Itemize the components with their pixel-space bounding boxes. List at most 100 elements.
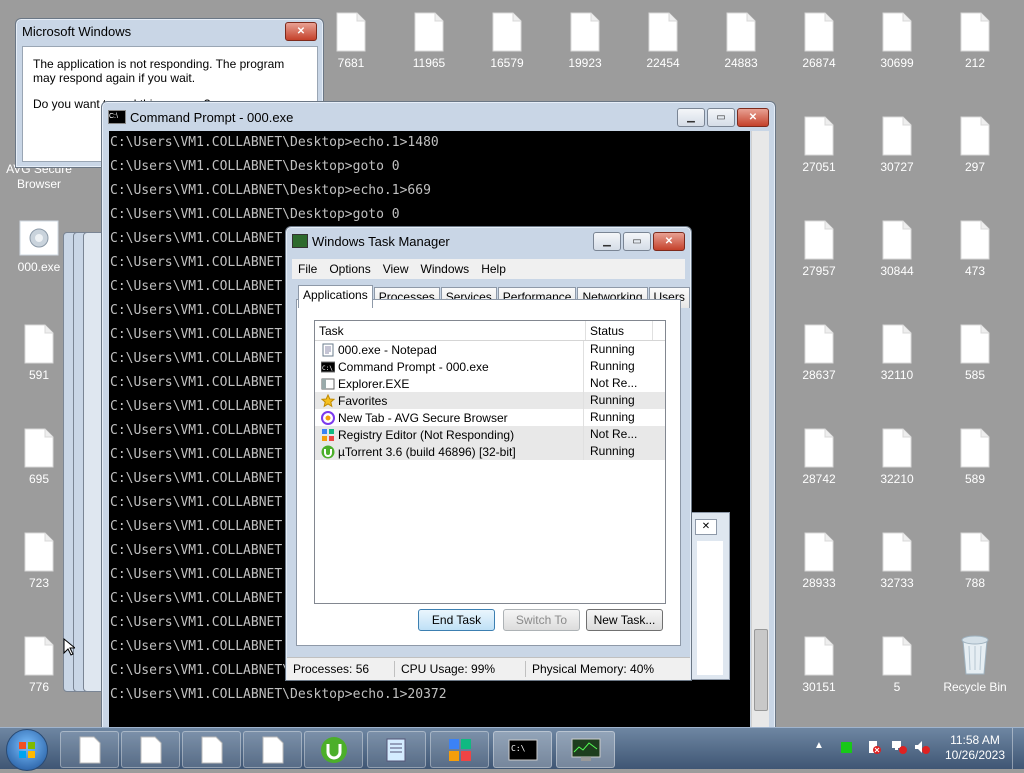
task-row[interactable]: µTorrent 3.6 (build 46896) [32-bit] Runn…: [315, 443, 665, 460]
task-status: Not Re...: [583, 375, 648, 392]
menu-help[interactable]: Help: [475, 262, 512, 276]
desktop-file-icon[interactable]: 589: [940, 428, 1010, 487]
tab-applications[interactable]: Applications: [298, 285, 373, 308]
switch-to-button[interactable]: Switch To: [503, 609, 580, 631]
menu-file[interactable]: File: [292, 262, 323, 276]
desktop-file-icon[interactable]: 585: [940, 324, 1010, 383]
desktop-file-icon[interactable]: 32110: [862, 324, 932, 383]
maximize-button[interactable]: ▭: [707, 107, 735, 127]
network-icon[interactable]: [891, 740, 907, 754]
dialog-titlebar[interactable]: Microsoft Windows ✕: [16, 19, 323, 43]
desktop-file-icon[interactable]: 27957: [784, 220, 854, 279]
desktop-file-icon[interactable]: 5: [862, 636, 932, 695]
taskbar-taskmgr[interactable]: [556, 731, 615, 768]
close-button[interactable]: ✕: [653, 231, 685, 251]
regedit-icon: [321, 428, 335, 442]
desktop-file-icon[interactable]: 24883: [706, 12, 776, 71]
task-manager-icon: [571, 738, 600, 761]
desktop-file-icon[interactable]: 30699: [862, 12, 932, 71]
close-button[interactable]: ✕: [737, 107, 769, 127]
console-line: C:\Users\VM1.COLLABNET\Desktop>echo.1>14…: [110, 135, 439, 150]
minimize-button[interactable]: ▁: [593, 231, 621, 251]
desktop-file-icon[interactable]: 473: [940, 220, 1010, 279]
star-icon: [320, 393, 336, 408]
task-name: µTorrent 3.6 (build 46896) [32-bit]: [338, 444, 516, 459]
task-row[interactable]: New Tab - AVG Secure Browser Running: [315, 409, 665, 426]
cmd-title: Command Prompt - 000.exe: [130, 109, 294, 125]
console-scrollbar[interactable]: [751, 131, 769, 727]
desktop-file-icon[interactable]: 27051: [784, 116, 854, 175]
desktop-file-icon[interactable]: 32210: [862, 428, 932, 487]
desktop-file-icon[interactable]: 19923: [550, 12, 620, 71]
desktop-file-icon[interactable]: 28637: [784, 324, 854, 383]
end-task-button[interactable]: End Task: [418, 609, 495, 631]
cmd-icon: C:\: [508, 739, 537, 760]
taskbar-notepad-3[interactable]: [182, 731, 241, 768]
task-row[interactable]: Registry Editor (Not Responding) Not Re.…: [315, 426, 665, 443]
taskbar-notepad-4[interactable]: [243, 731, 302, 768]
maximize-button[interactable]: ▭: [623, 231, 651, 251]
taskmgr-statusbar: Processes: 56 CPU Usage: 99% Physical Me…: [287, 657, 690, 680]
green-square-icon[interactable]: [841, 742, 852, 753]
desktop-file-icon[interactable]: 28742: [784, 428, 854, 487]
menu-options[interactable]: Options: [323, 262, 376, 276]
menu-view[interactable]: View: [377, 262, 415, 276]
show-desktop-button[interactable]: [1012, 728, 1024, 769]
task-list[interactable]: Task Status 000.exe - Notepad Running C:…: [314, 320, 666, 604]
status-memory: Physical Memory: 40%: [532, 662, 655, 676]
close-button[interactable]: ✕: [285, 21, 317, 41]
taskbar-regedit[interactable]: [430, 731, 489, 768]
column-task[interactable]: Task: [315, 321, 586, 340]
task-status: Running: [583, 392, 648, 409]
svg-text:C:\: C:\: [322, 365, 333, 372]
background-window: ✕: [690, 512, 730, 680]
task-list-header: Task Status: [315, 321, 665, 341]
task-row[interactable]: 000.exe - Notepad Running: [315, 341, 665, 358]
menu-windows[interactable]: Windows: [415, 262, 476, 276]
start-button[interactable]: [6, 729, 48, 771]
document-icon: [140, 736, 161, 763]
desktop-file-icon[interactable]: 22454: [628, 12, 698, 71]
task-name: Explorer.EXE: [338, 376, 410, 391]
task-status: Not Re...: [583, 426, 648, 443]
taskbar-notepad-1[interactable]: [60, 731, 119, 768]
action-center-icon[interactable]: [867, 740, 881, 754]
taskbar-notepad-2[interactable]: [121, 731, 180, 768]
dialog-message: The application is not responding. The p…: [33, 57, 285, 85]
document-icon: [201, 736, 222, 763]
desktop-file-icon[interactable]: 32733: [862, 532, 932, 591]
cmd-titlebar[interactable]: C:\ Command Prompt - 000.exe ▁ ▭ ✕: [102, 102, 775, 132]
task-row[interactable]: Explorer.EXE Not Re...: [315, 375, 665, 392]
recycle-bin-icon[interactable]: Recycle Bin: [940, 632, 1010, 695]
taskmgr-titlebar[interactable]: Windows Task Manager ▁ ▭ ✕: [286, 227, 691, 255]
taskbar-cmd[interactable]: C:\: [493, 731, 552, 768]
show-hidden-icons-button[interactable]: ▲: [814, 740, 824, 751]
minimize-button[interactable]: ▁: [677, 107, 705, 127]
task-name: Registry Editor (Not Responding): [338, 427, 515, 442]
clock[interactable]: 11:58 AM 10/26/2023: [940, 733, 1010, 763]
desktop-file-icon[interactable]: 297: [940, 116, 1010, 175]
regedit-icon: [448, 738, 471, 761]
taskbar-utorrent[interactable]: [304, 731, 363, 768]
scrollbar-thumb[interactable]: [754, 629, 768, 711]
task-status: Running: [583, 341, 648, 358]
desktop-file-icon[interactable]: 30844: [862, 220, 932, 279]
task-row[interactable]: Favorites Running: [315, 392, 665, 409]
new-task-button[interactable]: New Task...: [586, 609, 663, 631]
desktop-file-icon[interactable]: 212: [940, 12, 1010, 71]
desktop-file-icon[interactable]: 7681: [316, 12, 386, 71]
browser-icon: [321, 410, 335, 425]
desktop-file-icon[interactable]: 30151: [784, 636, 854, 695]
volume-icon[interactable]: [914, 740, 930, 754]
desktop-file-icon[interactable]: 11965: [394, 12, 464, 71]
desktop-file-icon[interactable]: 28933: [784, 532, 854, 591]
taskbar-notepad-app[interactable]: [367, 731, 426, 768]
desktop-file-icon[interactable]: 30727: [862, 116, 932, 175]
desktop-file-icon[interactable]: 26874: [784, 12, 854, 71]
task-row[interactable]: C:\ Command Prompt - 000.exe Running: [315, 358, 665, 375]
desktop-file-icon[interactable]: 788: [940, 532, 1010, 591]
desktop-file-icon[interactable]: 16579: [472, 12, 542, 71]
column-status[interactable]: Status: [586, 321, 653, 340]
task-manager-window: Windows Task Manager ▁ ▭ ✕ File Options …: [285, 226, 692, 681]
close-button[interactable]: ✕: [695, 519, 717, 535]
